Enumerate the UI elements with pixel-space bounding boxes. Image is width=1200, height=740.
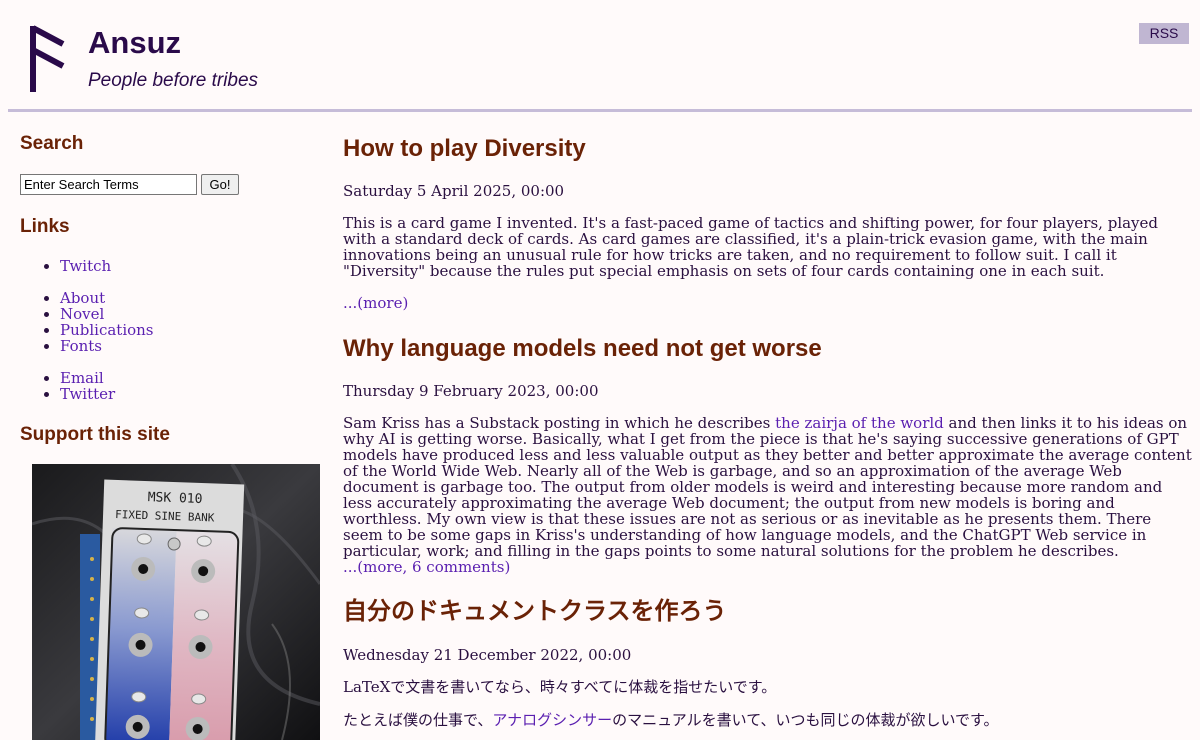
sidebar-link-about[interactable]: About: [60, 290, 154, 306]
rss-button[interactable]: RSS: [1139, 23, 1189, 44]
analog-synth-link[interactable]: アナログシンサー: [492, 711, 612, 729]
post-paragraph: たとえば僕の仕事で、アナログシンサーのマニュアルを書いて、いつも同じの体裁が欲し…: [343, 711, 999, 729]
site-title[interactable]: Ansuz: [88, 24, 181, 62]
post-date: Saturday 5 April 2025, 00:00: [343, 182, 565, 200]
sidebar-link-twitch[interactable]: Twitch: [60, 258, 111, 274]
post-date: Thursday 9 February 2023, 00:00: [343, 382, 599, 400]
post-excerpt: This is a card game I invented. It's a f…: [343, 214, 1159, 280]
sidebar-link-fonts[interactable]: Fonts: [60, 338, 154, 354]
links-group-2: About Novel Publications Fonts: [20, 290, 154, 354]
sidebar-link-publications[interactable]: Publications: [60, 322, 154, 338]
links-group-3: Email Twitter: [20, 370, 115, 402]
search-input[interactable]: [20, 174, 197, 195]
read-more-comments-link[interactable]: ...(more, 6 comments): [343, 558, 510, 576]
support-synth-module-image[interactable]: MSK 010 FIXED SINE BANK: [32, 464, 320, 740]
svg-text:MSK 010: MSK 010: [147, 490, 202, 507]
sidebar-link-twitter[interactable]: Twitter: [60, 386, 115, 402]
links-group-1: Twitch: [20, 258, 111, 274]
post-excerpt: Sam Kriss has a Substack posting in whic…: [343, 414, 1192, 560]
post-date: Wednesday 21 December 2022, 00:00: [343, 646, 632, 664]
support-heading: Support this site: [20, 424, 170, 445]
read-more-link[interactable]: ...(more): [343, 294, 408, 312]
ansuz-rune-logo[interactable]: [30, 24, 66, 94]
post-title-link[interactable]: 自分のドキュメントクラスを作ろう: [343, 598, 727, 626]
search-go-button[interactable]: Go!: [201, 174, 239, 195]
header-divider: [8, 109, 1192, 112]
site-header: Ansuz People before tribes RSS: [0, 0, 1200, 112]
post-paragraph: LaTeXで文書を書いてなら、時々すべてに体裁を指せたいです。: [343, 678, 777, 696]
sidebar-link-email[interactable]: Email: [60, 370, 115, 386]
sidebar-link-novel[interactable]: Novel: [60, 306, 154, 322]
site-tagline: People before tribes: [88, 70, 259, 91]
links-heading: Links: [20, 216, 70, 237]
search-heading: Search: [20, 133, 84, 154]
post-title-link[interactable]: How to play Diversity: [343, 135, 586, 163]
post-title-link[interactable]: Why language models need not get worse: [343, 335, 822, 363]
